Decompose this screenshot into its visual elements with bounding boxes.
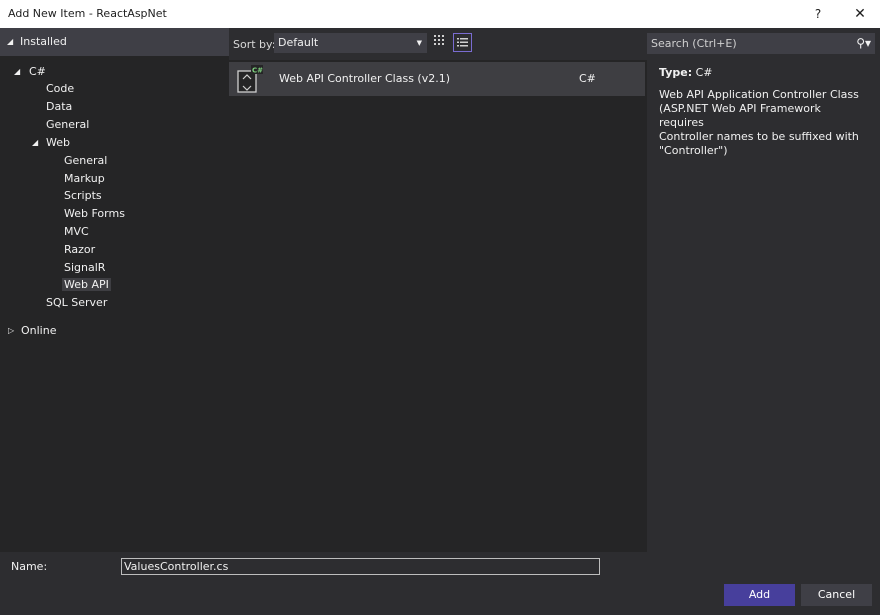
help-button[interactable]: ? <box>808 4 828 24</box>
tree-item-code[interactable]: Code <box>46 80 74 97</box>
tree-item-signalr[interactable]: SignalR <box>64 259 105 276</box>
type-line: Type: C# <box>659 66 864 79</box>
grid-view-icon <box>434 35 444 45</box>
svg-text:C#: C# <box>252 67 263 75</box>
tree-item-label: Scripts <box>64 189 102 202</box>
title-bar: Add New Item - ReactAspNet ? ✕ <box>0 0 880 28</box>
tree-item-label: Web <box>46 136 70 149</box>
collapsed-arrow-icon: ▷ <box>8 326 15 335</box>
template-item[interactable]: C# Web API Controller Class (v2.1) C# <box>229 62 645 96</box>
category-tree: ◢ Installed ◢ C# Code Data General ◢ Web… <box>0 28 229 552</box>
search-icon[interactable]: ⚲▾ <box>856 33 871 54</box>
expanded-arrow-icon: ◢ <box>7 37 14 46</box>
tree-item-label: Markup <box>64 172 105 185</box>
expanded-arrow-icon: ◢ <box>14 67 21 76</box>
tree-header-installed[interactable]: ◢ Installed <box>0 28 229 56</box>
template-details: Type: C# Web API Application Controller … <box>659 66 864 158</box>
tree-item-label: General <box>64 154 108 167</box>
list-view-button[interactable] <box>453 33 472 52</box>
type-key: Type: <box>659 66 693 79</box>
tree-item-web-api[interactable]: Web API <box>62 276 111 293</box>
tree-item-label: Online <box>21 324 57 337</box>
tree-item-label: Razor <box>64 243 96 256</box>
tree-item-label: SQL Server <box>46 296 108 309</box>
controller-class-icon: C# <box>235 64 263 94</box>
tree-item-label: C# <box>29 65 46 78</box>
tree-item-label: Web Forms <box>64 207 125 220</box>
close-button[interactable]: ✕ <box>850 4 870 24</box>
tree-item-label: Code <box>46 82 75 95</box>
tree-item-scripts[interactable]: Scripts <box>64 187 102 204</box>
sort-value: Default <box>278 36 319 49</box>
tree-item-label: Web API <box>62 278 111 291</box>
template-list: C# Web API Controller Class (v2.1) C# <box>229 60 647 552</box>
tree-item-label: MVC <box>64 225 89 238</box>
list-view-icon <box>457 38 468 47</box>
add-button[interactable]: Add <box>724 584 795 606</box>
template-language: C# <box>579 72 596 85</box>
tree-item-mvc[interactable]: MVC <box>64 223 89 240</box>
tree-item-general[interactable]: General <box>46 116 89 133</box>
name-field[interactable] <box>121 558 600 575</box>
sort-by-label: Sort by: <box>233 38 276 51</box>
template-description: Web API Application Controller Class (AS… <box>659 88 859 157</box>
name-label: Name: <box>11 560 48 573</box>
type-value: C# <box>695 66 713 79</box>
expanded-arrow-icon: ◢ <box>32 138 39 147</box>
grid-view-button[interactable] <box>431 34 449 52</box>
cancel-button[interactable]: Cancel <box>801 584 872 606</box>
window-title: Add New Item - ReactAspNet <box>8 7 167 20</box>
tree-item-web-forms[interactable]: Web Forms <box>64 205 125 222</box>
tree-item-label: SignalR <box>64 261 106 274</box>
tree-item-sql-server[interactable]: SQL Server <box>46 294 107 311</box>
search-input[interactable]: Search (Ctrl+E) ⚲▾ <box>647 33 875 54</box>
tree-item-label: General <box>46 118 90 131</box>
installed-label: Installed <box>20 35 67 48</box>
chevron-down-icon: ▼ <box>416 39 422 47</box>
search-placeholder: Search (Ctrl+E) <box>651 37 737 50</box>
tree-item-label: Data <box>46 100 73 113</box>
sort-dropdown[interactable]: Default ▼ <box>274 33 427 53</box>
tree-item-data[interactable]: Data <box>46 98 72 115</box>
template-name: Web API Controller Class (v2.1) <box>279 72 451 85</box>
tree-item-razor[interactable]: Razor <box>64 241 95 258</box>
tree-item-web-general[interactable]: General <box>64 152 107 169</box>
tree-item-markup[interactable]: Markup <box>64 170 105 187</box>
